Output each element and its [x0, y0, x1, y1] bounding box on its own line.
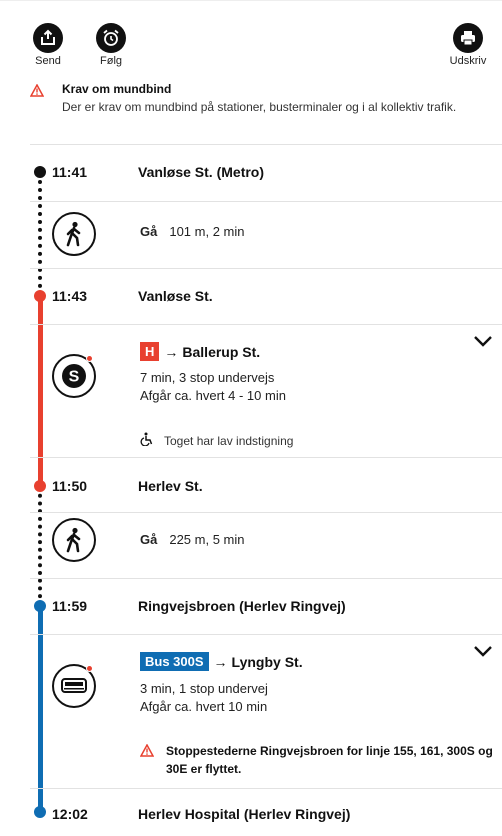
arrow: →	[213, 653, 228, 670]
walk-rail	[38, 172, 42, 296]
alert-text: Stoppestederne Ringvejsbroen for linje 1…	[166, 744, 493, 776]
stop-time: 11:41	[52, 164, 88, 180]
chevron-down-icon[interactable]	[473, 334, 493, 352]
line-info: Bus 300S → Lyngby St.	[140, 652, 303, 671]
stop-name[interactable]: Vanløse St. (Metro)	[138, 164, 264, 180]
print-button[interactable]: Udskriv	[443, 23, 493, 67]
walk-leg: Gå 225 m, 5 min	[140, 532, 245, 547]
stop-dot	[34, 480, 46, 492]
stop-name[interactable]: Herlev St.	[138, 478, 203, 494]
walk-detail: 225 m, 5 min	[169, 532, 245, 547]
destination: Lyngby St.	[231, 653, 303, 670]
print-label: Udskriv	[449, 55, 487, 67]
leg-frequency: Afgår ca. hvert 4 - 10 min	[140, 388, 286, 403]
stop-name[interactable]: Herlev Hospital (Herlev Ringvej)	[138, 806, 350, 822]
divider	[30, 634, 502, 635]
divider	[30, 512, 502, 513]
arrow: →	[164, 343, 179, 360]
destination: Ballerup St.	[182, 343, 261, 360]
notice-text: Der er krav om mundbind på stationer, bu…	[62, 100, 457, 114]
stop-time: 11:50	[52, 478, 88, 494]
leg-duration: 7 min, 3 stop undervejs	[140, 370, 275, 385]
divider	[30, 201, 502, 202]
divider	[30, 788, 502, 789]
walk-icon	[52, 518, 96, 562]
divider	[30, 268, 502, 269]
warning-icon	[139, 743, 155, 762]
notice-title: Krav om mundbind	[62, 82, 172, 96]
alarm-clock-icon	[96, 23, 126, 53]
warning-icon	[29, 83, 45, 102]
stop-name[interactable]: Ringvejsbroen (Herlev Ringvej)	[138, 598, 346, 614]
stop-time: 11:59	[52, 598, 88, 614]
send-button[interactable]: Send	[23, 23, 73, 67]
divider	[30, 324, 502, 325]
chevron-down-icon[interactable]	[473, 644, 493, 662]
leg-frequency: Afgår ca. hvert 10 min	[140, 699, 268, 714]
accessibility-text: Toget har lav indstigning	[164, 433, 294, 448]
stop-dot	[34, 290, 46, 302]
svg-text:S: S	[69, 369, 80, 386]
stop-dot	[34, 806, 46, 818]
line-badge: Bus 300S	[140, 652, 209, 671]
stop-time: 11:43	[52, 288, 88, 304]
walk-icon	[52, 212, 96, 256]
wheelchair-icon	[140, 432, 154, 449]
printer-icon	[453, 23, 483, 53]
walk-rail	[38, 486, 42, 606]
stop-time: 12:02	[52, 806, 88, 822]
stop-dot	[34, 600, 46, 612]
follow-label: Følg	[100, 55, 122, 67]
send-label: Send	[35, 55, 61, 67]
walk-label: Gå	[140, 532, 158, 547]
line-info: H → Ballerup St.	[140, 342, 260, 361]
share-icon	[33, 23, 63, 53]
divider	[30, 578, 502, 579]
s-train-icon: S	[52, 354, 96, 398]
divider	[30, 144, 502, 145]
bus-rail	[38, 606, 43, 812]
accessibility-note: Toget har lav indstigning	[140, 432, 293, 449]
bus-icon	[52, 664, 96, 708]
walk-leg: Gå 101 m, 2 min	[140, 224, 245, 239]
divider	[30, 457, 502, 458]
walk-detail: 101 m, 2 min	[169, 224, 245, 239]
toolbar: Send Følg Udskriv	[0, 0, 502, 76]
leg-duration: 3 min, 1 stop undervej	[140, 681, 268, 696]
follow-button[interactable]: Følg	[86, 23, 136, 67]
line-badge: H	[140, 342, 160, 361]
walk-label: Gå	[140, 224, 158, 239]
stop-dot	[34, 166, 46, 178]
stop-name[interactable]: Vanløse St.	[138, 288, 213, 304]
